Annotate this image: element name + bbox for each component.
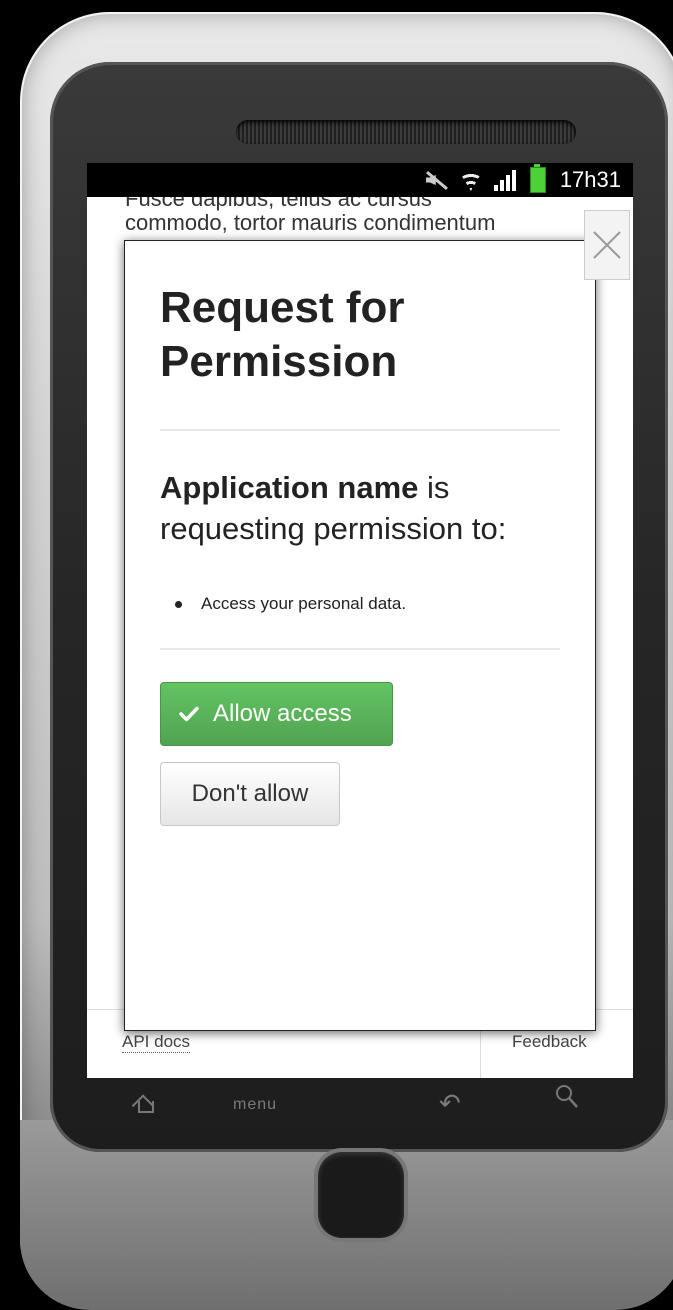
check-icon [179, 706, 199, 722]
signal-icon [493, 169, 520, 191]
wifi-icon [457, 169, 484, 191]
permission-dialog: Request for Permission Application name … [124, 240, 596, 1031]
permission-item: Access your personal data. [173, 593, 406, 615]
application-name: Application name [160, 470, 419, 505]
battery-icon [529, 164, 546, 193]
home-softkey-icon[interactable] [135, 1092, 159, 1114]
close-icon [593, 231, 621, 259]
divider [160, 648, 560, 650]
hardware-home-button[interactable] [318, 1152, 404, 1238]
allow-access-label: Allow access [213, 700, 352, 727]
request-text: Application name is requesting permissio… [160, 467, 580, 549]
status-clock: 17h31 [559, 167, 621, 192]
dialog-title: Request for Permission [160, 283, 405, 386]
allow-access-button[interactable]: Allow access [160, 682, 393, 746]
softkey-bar: menu ↶ [87, 1078, 633, 1138]
permission-list: Access your personal data. [173, 593, 406, 615]
dont-allow-button[interactable]: Don't allow [160, 762, 340, 826]
back-softkey-icon[interactable]: ↶ [439, 1088, 461, 1119]
api-docs-link[interactable]: API docs [122, 1032, 191, 1053]
feedback-link[interactable]: Feedback [512, 1032, 587, 1052]
close-button[interactable] [584, 210, 630, 280]
screen: Fusce dapibus, tellus ac cursus commodo,… [87, 163, 633, 1078]
speaker-grille [236, 120, 576, 144]
search-softkey-icon[interactable] [555, 1084, 579, 1110]
divider [160, 429, 560, 431]
status-bar: 17h31 [87, 163, 633, 197]
background-text-line: commodo, tortor mauris condimentum [125, 210, 496, 235]
menu-softkey[interactable]: menu [233, 1096, 277, 1114]
mute-icon [424, 170, 448, 190]
dont-allow-label: Don't allow [191, 780, 309, 807]
